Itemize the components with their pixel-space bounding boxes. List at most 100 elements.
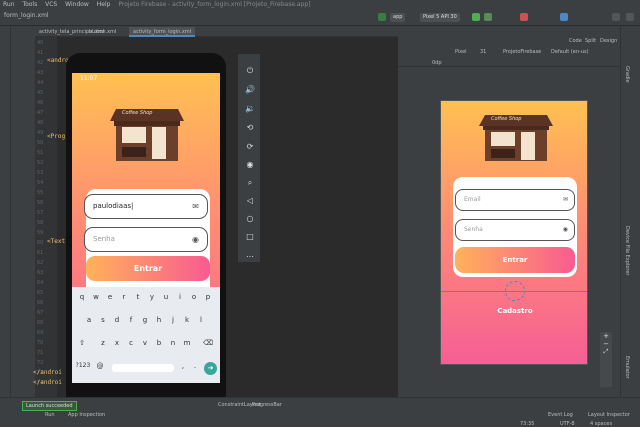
camera-icon[interactable]: ◉ bbox=[245, 160, 255, 170]
indent-setting[interactable]: 4 spaces bbox=[590, 421, 612, 427]
hammer-icon[interactable] bbox=[378, 13, 386, 21]
search-icon[interactable] bbox=[612, 13, 620, 21]
sync-icon[interactable] bbox=[560, 13, 568, 21]
key[interactable]: q bbox=[76, 293, 88, 301]
emulator-screen[interactable]: 11:07 Coffee Shop paulodiaas| ✉ Senha ◉ … bbox=[72, 73, 220, 383]
key[interactable]: r bbox=[118, 293, 130, 301]
margin-field[interactable]: 0dp bbox=[432, 60, 442, 66]
project-dropdown[interactable]: ProjetoFirebase bbox=[503, 49, 541, 55]
key[interactable]: t bbox=[132, 293, 144, 301]
emulator-tab[interactable]: Emulator bbox=[624, 356, 630, 379]
key[interactable]: a bbox=[83, 316, 95, 324]
key[interactable]: u bbox=[160, 293, 172, 301]
key[interactable]: m bbox=[181, 339, 193, 347]
fit-screen-icon[interactable]: ⤢ bbox=[600, 348, 612, 356]
settings-icon[interactable] bbox=[626, 13, 634, 21]
design-enter-button[interactable]: Entrar bbox=[455, 247, 575, 273]
menu-vcs[interactable]: VCS bbox=[42, 0, 60, 9]
key[interactable]: l bbox=[195, 316, 207, 324]
tab-button[interactable]: button.xml bbox=[85, 27, 120, 37]
shift-icon[interactable]: ⇧ bbox=[76, 339, 88, 347]
code-mode-button[interactable]: Code bbox=[569, 38, 582, 44]
gradle-tab[interactable]: Gradle bbox=[624, 66, 630, 83]
device-file-explorer-tab[interactable]: Device File Explorer bbox=[624, 226, 630, 275]
eye-icon[interactable]: ◉ bbox=[192, 228, 199, 251]
key[interactable]: f bbox=[125, 316, 137, 324]
app-inspection-tab[interactable]: App Inspection bbox=[68, 412, 105, 418]
home-icon[interactable]: ○ bbox=[245, 214, 255, 224]
key[interactable]: v bbox=[139, 339, 151, 347]
password-field[interactable]: Senha ◉ bbox=[84, 227, 208, 252]
menu-tools[interactable]: Tools bbox=[19, 0, 40, 9]
cadastro-text[interactable]: Cadastro bbox=[441, 307, 587, 315]
line-number: 69 bbox=[37, 330, 44, 336]
line-number: 71 bbox=[37, 350, 44, 356]
at-key[interactable]: @ bbox=[94, 362, 106, 370]
key[interactable]: o bbox=[188, 293, 200, 301]
run-icon[interactable] bbox=[472, 13, 480, 21]
key[interactable]: w bbox=[90, 293, 102, 301]
design-mode-button[interactable]: Design bbox=[600, 38, 617, 44]
key[interactable]: z bbox=[97, 339, 109, 347]
key[interactable]: g bbox=[139, 316, 151, 324]
key[interactable]: n bbox=[167, 339, 179, 347]
enter-button[interactable]: Entrar bbox=[86, 256, 210, 281]
back-icon[interactable]: ◁ bbox=[245, 196, 255, 206]
comma-key[interactable]: , bbox=[177, 362, 189, 370]
key[interactable]: x bbox=[111, 339, 123, 347]
caret-position[interactable]: 73:35 bbox=[520, 421, 534, 427]
more-icon[interactable]: … bbox=[245, 250, 255, 260]
locale-dropdown[interactable]: Default (en-us) bbox=[551, 49, 589, 55]
run-config-select[interactable]: app bbox=[390, 13, 406, 22]
key[interactable]: h bbox=[153, 316, 165, 324]
key[interactable]: s bbox=[97, 316, 109, 324]
overview-icon[interactable]: □ bbox=[245, 232, 255, 242]
breadcrumb-progressbar[interactable]: ProgressBar bbox=[252, 402, 282, 408]
menu-help[interactable]: Help bbox=[94, 0, 114, 9]
key[interactable]: b bbox=[153, 339, 165, 347]
zoom-in-icon[interactable]: + bbox=[600, 332, 612, 340]
volume-down-icon[interactable]: 🔉 bbox=[245, 104, 255, 114]
soft-keyboard[interactable]: q w e r t y u i o p a s d f g h j k l ⇧ … bbox=[72, 287, 220, 383]
api-dropdown[interactable]: 31 bbox=[480, 49, 486, 55]
stop-icon[interactable] bbox=[520, 13, 528, 21]
key[interactable]: e bbox=[104, 293, 116, 301]
breadcrumb[interactable]: form_login.xml bbox=[4, 12, 49, 19]
line-number: 65 bbox=[37, 290, 44, 296]
key[interactable]: d bbox=[111, 316, 123, 324]
split-mode-button[interactable]: Split bbox=[585, 38, 596, 44]
backspace-icon[interactable]: ⌫ bbox=[202, 339, 214, 347]
zoom-icon[interactable]: ⌕ bbox=[245, 178, 255, 188]
menu-run[interactable]: Run bbox=[0, 0, 18, 9]
power-icon[interactable]: ⏻ bbox=[245, 66, 255, 76]
key[interactable]: c bbox=[125, 339, 137, 347]
design-preview-screen[interactable]: Coffee Shop Email ✉ Senha ◉ Entrar Cadas… bbox=[440, 100, 588, 365]
key[interactable]: y bbox=[146, 293, 158, 301]
design-password-field[interactable]: Senha ◉ bbox=[455, 219, 575, 241]
run-tab[interactable]: Run bbox=[45, 412, 55, 418]
debug-icon[interactable] bbox=[484, 13, 492, 21]
key[interactable]: i bbox=[174, 293, 186, 301]
key[interactable]: k bbox=[181, 316, 193, 324]
space-bar[interactable] bbox=[112, 364, 174, 372]
rotate-right-icon[interactable]: ⟳ bbox=[245, 142, 255, 152]
zoom-out-icon[interactable]: − bbox=[600, 340, 612, 348]
key[interactable]: p bbox=[202, 293, 214, 301]
volume-up-icon[interactable]: 🔊 bbox=[245, 85, 255, 95]
rotate-left-icon[interactable]: ⟲ bbox=[245, 123, 255, 133]
device-select[interactable]: Pixel 5 API 30 bbox=[420, 13, 460, 22]
symbols-key[interactable]: ?123 bbox=[74, 362, 92, 369]
key[interactable]: j bbox=[167, 316, 179, 324]
layout-inspector-tab[interactable]: Layout Inspector bbox=[588, 412, 630, 418]
progressbar-selection[interactable] bbox=[505, 281, 525, 301]
line-number: 66 bbox=[37, 300, 44, 306]
device-dropdown[interactable]: Pixel bbox=[455, 49, 467, 55]
encoding[interactable]: UTF-8 bbox=[560, 421, 575, 427]
menu-window[interactable]: Window bbox=[62, 0, 92, 9]
email-field[interactable]: paulodiaas| ✉ bbox=[84, 194, 208, 219]
tab-form-login[interactable]: activity_form_login.xml bbox=[129, 27, 196, 37]
enter-key-icon[interactable]: ➔ bbox=[204, 362, 217, 375]
design-email-field[interactable]: Email ✉ bbox=[455, 189, 575, 211]
event-log-tab[interactable]: Event Log bbox=[548, 412, 573, 418]
period-key[interactable]: . bbox=[189, 362, 201, 370]
